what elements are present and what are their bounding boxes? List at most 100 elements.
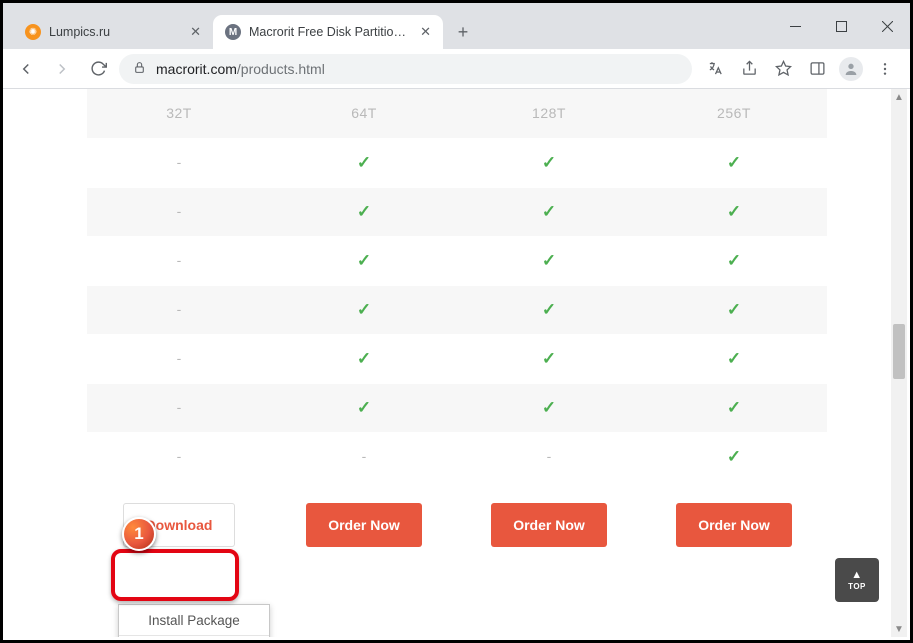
table-row: - ✓ ✓ ✓ [87, 187, 827, 236]
table-cell: ✓ [457, 383, 642, 432]
dash-icon: - [177, 252, 182, 268]
header-cell: 64T [272, 89, 457, 138]
table-cell: ✓ [272, 285, 457, 334]
scroll-thumb[interactable] [893, 324, 905, 379]
table-row: - - - ✓ [87, 432, 827, 481]
table-cell: - [87, 138, 272, 187]
comparison-table: 32T 64T 128T 256T -✓✓✓-✓✓✓-✓✓✓-✓✓✓-✓✓✓-✓… [87, 89, 827, 570]
address-bar[interactable]: macrorit.com/products.html [119, 54, 692, 84]
dash-icon: - [177, 399, 182, 415]
tab-title: Lumpics.ru [49, 25, 182, 39]
scroll-down-arrow[interactable]: ▼ [891, 621, 907, 637]
check-icon: ✓ [542, 300, 556, 319]
table-cell: - [457, 432, 642, 481]
favicon-macrorit: M [225, 24, 241, 40]
table-header-row: 32T 64T 128T 256T [87, 89, 827, 138]
table-row: -✓✓✓ [87, 138, 827, 187]
header-cell: 256T [642, 89, 827, 138]
vertical-scrollbar[interactable]: ▲ ▼ [891, 89, 907, 637]
table-cell: ✓ [272, 383, 457, 432]
tab-macrorit[interactable]: M Macrorit Free Disk Partition Softw ✕ [213, 15, 443, 49]
url-text: macrorit.com/products.html [156, 61, 325, 77]
check-icon: ✓ [357, 398, 371, 417]
sidepanel-icon[interactable] [800, 54, 834, 84]
table-cell: ✓ [642, 236, 827, 285]
table-cell: ✓ [642, 334, 827, 383]
header-cell: 128T [457, 89, 642, 138]
check-icon: ✓ [727, 398, 741, 417]
menu-portable-edition[interactable]: Portable Edition [119, 635, 269, 637]
check-icon: ✓ [357, 153, 371, 172]
tab-strip: ✺ Lumpics.ru ✕ M Macrorit Free Disk Part… [3, 3, 772, 49]
table-cell: - [87, 334, 272, 383]
table-cell: ✓ [272, 236, 457, 285]
menu-button[interactable] [868, 54, 902, 84]
maximize-button[interactable] [818, 10, 864, 42]
check-icon: ✓ [357, 251, 371, 270]
table-cell: ✓ [642, 187, 827, 236]
table-cell: ✓ [272, 138, 457, 187]
check-icon: ✓ [727, 447, 741, 466]
table-cell: - [272, 432, 457, 481]
page-content: 32T 64T 128T 256T -✓✓✓-✓✓✓-✓✓✓-✓✓✓-✓✓✓-✓… [87, 89, 827, 570]
back-button[interactable] [11, 54, 41, 84]
close-icon[interactable]: ✕ [420, 24, 431, 40]
dash-icon: - [547, 448, 552, 464]
check-icon: ✓ [357, 202, 371, 221]
dash-icon: - [177, 154, 182, 170]
translate-icon[interactable] [698, 54, 732, 84]
table-cell: - [87, 285, 272, 334]
table-row: - ✓ ✓ ✓ [87, 285, 827, 334]
favicon-lumpics: ✺ [25, 24, 41, 40]
dash-icon: - [177, 448, 182, 464]
check-icon: ✓ [542, 398, 556, 417]
close-window-button[interactable] [864, 10, 910, 42]
page-viewport: 32T 64T 128T 256T -✓✓✓-✓✓✓-✓✓✓-✓✓✓-✓✓✓-✓… [6, 89, 907, 637]
table-cell: ✓ [457, 334, 642, 383]
order-button-1[interactable]: Order Now [306, 503, 422, 547]
back-to-top-button[interactable]: ▲ TOP [835, 558, 879, 602]
table-cell: ✓ [642, 383, 827, 432]
share-icon[interactable] [732, 54, 766, 84]
table-cell: ✓ [457, 187, 642, 236]
minimize-button[interactable] [772, 10, 818, 42]
table-cell: ✓ [642, 432, 827, 481]
check-icon: ✓ [727, 202, 741, 221]
close-icon[interactable]: ✕ [190, 24, 201, 40]
reload-button[interactable] [83, 54, 113, 84]
new-tab-button[interactable]: + [449, 18, 477, 46]
download-button[interactable]: Download [123, 503, 236, 547]
table-cell: ✓ [642, 285, 827, 334]
table-cell: ✓ [457, 138, 642, 187]
tab-title: Macrorit Free Disk Partition Softw [249, 25, 412, 39]
download-dropdown: Install Package Portable Edition Both Ed… [118, 604, 270, 637]
table-cell: ✓ [272, 187, 457, 236]
header-cell: 32T [87, 89, 272, 138]
bookmark-icon[interactable] [766, 54, 800, 84]
window-controls [772, 3, 910, 49]
table-cell: ✓ [457, 285, 642, 334]
scroll-up-arrow[interactable]: ▲ [891, 89, 907, 105]
chevron-up-icon: ▲ [851, 570, 862, 581]
url-domain: macrorit.com [156, 61, 237, 77]
table-row: - ✓ ✓ ✓ [87, 383, 827, 432]
check-icon: ✓ [542, 251, 556, 270]
table-cell: ✓ [457, 236, 642, 285]
table-row: - ✓ ✓ ✓ [87, 236, 827, 285]
table-cell: ✓ [642, 138, 827, 187]
order-button-2[interactable]: Order Now [491, 503, 607, 547]
dash-icon: - [177, 203, 182, 219]
table-cell: - [87, 187, 272, 236]
dash-icon: - [177, 350, 182, 366]
tab-lumpics[interactable]: ✺ Lumpics.ru ✕ [13, 15, 213, 49]
browser-toolbar: macrorit.com/products.html [3, 49, 910, 89]
avatar-icon [839, 57, 863, 81]
menu-install-package[interactable]: Install Package [119, 605, 269, 635]
check-icon: ✓ [357, 300, 371, 319]
profile-button[interactable] [834, 54, 868, 84]
order-button-3[interactable]: Order Now [676, 503, 792, 547]
url-path: /products.html [237, 61, 325, 77]
check-icon: ✓ [727, 300, 741, 319]
table-cell: - [87, 383, 272, 432]
forward-button[interactable] [47, 54, 77, 84]
